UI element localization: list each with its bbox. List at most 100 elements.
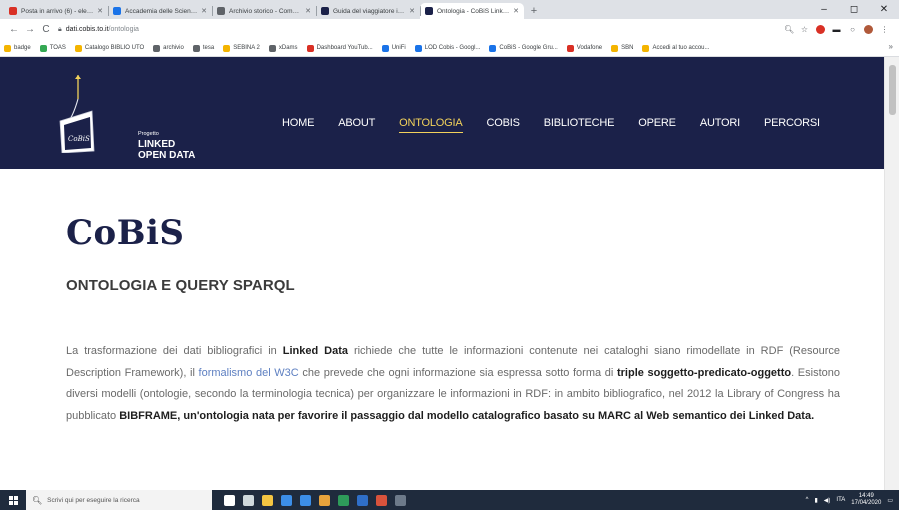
browser-toolbar: ← → C 🔒︎ dati.cobis.to.it/ontologia 🔍︎ ☆… xyxy=(0,19,899,40)
file-explorer-icon[interactable] xyxy=(262,494,273,506)
bookmark-item[interactable]: UniFi xyxy=(381,44,406,52)
bookmark-item[interactable]: badge xyxy=(4,44,31,52)
nav-cobis[interactable]: COBIS xyxy=(475,115,532,135)
bookmark-item[interactable]: SBN xyxy=(611,44,634,52)
volume-icon[interactable]: ◀) xyxy=(824,497,831,504)
task-view-icon[interactable] xyxy=(243,494,254,506)
bookmark-item[interactable]: tesa xyxy=(192,44,215,52)
profile-avatar-icon[interactable] xyxy=(864,25,873,34)
windows-logo-icon xyxy=(8,495,18,505)
reload-button[interactable]: C xyxy=(38,22,54,38)
app-icon[interactable] xyxy=(395,494,406,506)
excel-icon[interactable] xyxy=(338,494,349,506)
bookmark-item[interactable]: CoBiS - Google Gru... xyxy=(489,44,558,52)
outlook-icon[interactable] xyxy=(357,494,368,506)
chrome-icon[interactable] xyxy=(319,494,330,506)
bookmark-item[interactable]: Vodafone xyxy=(566,44,602,52)
nav-about[interactable]: ABOUT xyxy=(326,115,387,135)
bookmark-favicon-icon xyxy=(414,44,422,52)
tab-close-icon[interactable]: ✕ xyxy=(409,7,415,15)
powerpoint-icon[interactable] xyxy=(376,494,387,506)
network-icon[interactable]: ▮ xyxy=(814,497,817,504)
nav-percorsi[interactable]: PERCORSI xyxy=(752,115,832,135)
tab-close-icon[interactable]: ✕ xyxy=(201,7,207,15)
bookmark-favicon-icon xyxy=(306,44,314,52)
tab-close-icon[interactable]: ✕ xyxy=(97,7,103,15)
page-scrollbar[interactable] xyxy=(884,57,899,490)
tab-label: Archivio storico - Comune di Ri xyxy=(229,7,303,15)
bookmark-item[interactable]: Dashboard YouTub... xyxy=(306,44,373,52)
edge-icon[interactable] xyxy=(281,494,292,506)
bookmark-item[interactable]: Accedi al tuo accou... xyxy=(642,44,710,52)
tray-chevron-icon[interactable]: ^ xyxy=(806,497,809,503)
bookmark-label: tesa xyxy=(202,45,215,51)
nav-opere[interactable]: OPERE xyxy=(626,115,688,135)
system-tray: ^ ▮ ◀) ITA 14:49 17/04/2020 ▭ xyxy=(806,490,893,510)
bookmark-favicon-icon xyxy=(4,44,11,52)
tab-label: Posta in arrivo (6) - elena.borgi@ xyxy=(21,7,95,15)
bookmark-label: TOAS xyxy=(49,45,66,51)
bookmark-favicon-icon xyxy=(566,44,574,52)
nav-home[interactable]: HOME xyxy=(270,115,326,135)
cortana-icon[interactable] xyxy=(224,494,235,506)
tab-close-icon[interactable]: ✕ xyxy=(513,7,519,15)
w3c-link[interactable]: formalismo del W3C xyxy=(199,367,299,379)
tab-close-icon[interactable]: ✕ xyxy=(305,7,311,15)
emphasis-text: triple soggetto-predicato-oggetto xyxy=(616,366,792,379)
bookmark-item[interactable]: LOD Cobis - Googl... xyxy=(414,44,480,52)
bookmark-item[interactable]: SEBINA 2 xyxy=(223,44,260,52)
bookmark-label: SBN xyxy=(621,45,634,51)
clock-time: 14:49 xyxy=(858,493,874,499)
nav-autori[interactable]: AUTORI xyxy=(688,115,752,135)
bookmarks-overflow-button[interactable]: » xyxy=(889,42,893,51)
back-button[interactable]: ← xyxy=(6,22,22,38)
zoom-icon[interactable]: 🔍︎ xyxy=(784,25,794,34)
bookmark-label: UniFi xyxy=(391,45,406,51)
close-window-button[interactable]: ✕ xyxy=(869,0,899,19)
nav-ontologia[interactable]: ONTOLOGIA xyxy=(387,115,474,135)
bookmark-item[interactable]: xDams xyxy=(268,44,298,52)
bookmark-item[interactable]: TOAS xyxy=(39,44,66,52)
search-icon: 🔍︎ xyxy=(32,495,43,505)
extension-dark-icon[interactable]: ▬ xyxy=(832,25,841,34)
browser-tab[interactable]: Accademia delle Scienze di Tori✕ xyxy=(108,3,212,19)
browser-menu-icon[interactable]: ⋮ xyxy=(880,25,889,34)
bookmark-favicon-icon xyxy=(268,44,276,52)
bookmark-item[interactable]: Catalogo BIBLIO UTO xyxy=(74,44,145,52)
browser-tab[interactable]: Guida del viaggiatore in Piemon✕ xyxy=(316,3,420,19)
new-tab-button[interactable]: + xyxy=(526,3,542,19)
site-header: CoBiS Progetto LINKED OPEN DATA HOME ABOU… xyxy=(0,57,884,169)
address-bar[interactable]: 🔒︎ dati.cobis.to.it/ontologia xyxy=(58,22,784,37)
tab-favicon-icon xyxy=(113,7,121,15)
browser-tab[interactable]: Posta in arrivo (6) - elena.borgi@✕ xyxy=(4,3,108,19)
bookmark-item[interactable]: archivio xyxy=(153,44,184,52)
bookmark-favicon-icon xyxy=(153,44,161,52)
extension-circle-icon[interactable]: ○ xyxy=(848,25,857,34)
site-logo[interactable]: CoBiS Progetto LINKED OPEN DATA xyxy=(56,73,206,161)
bookmark-favicon-icon xyxy=(192,44,200,52)
bookmark-label: Catalogo BIBLIO UTO xyxy=(84,45,145,51)
taskbar-search-box[interactable]: 🔍︎ Scrivi qui per eseguire la ricerca xyxy=(26,490,212,510)
nav-biblioteche[interactable]: BIBLIOTECHE xyxy=(532,115,627,135)
paragraph-text: che prevede che ogni informazione sia es… xyxy=(298,366,617,379)
bookmark-favicon-icon xyxy=(642,44,650,52)
scrollbar-thumb[interactable] xyxy=(889,65,896,115)
emphasis-text: BIBFRAME, un'ontologia nata per favorire… xyxy=(119,409,815,422)
tab-label: Accademia delle Scienze di Tori xyxy=(125,7,198,15)
browser-tab[interactable]: Ontologia - CoBiS Linked Open✕ xyxy=(420,3,524,19)
bookmark-favicon-icon xyxy=(489,44,497,52)
notifications-icon[interactable]: ▭ xyxy=(887,497,893,504)
minimize-button[interactable]: – xyxy=(809,0,839,19)
bookmark-label: Accedi al tuo accou... xyxy=(652,45,710,51)
forward-button[interactable]: → xyxy=(22,22,38,38)
clock[interactable]: 14:49 17/04/2020 xyxy=(851,493,881,507)
maximize-button[interactable]: ◻ xyxy=(839,0,869,19)
extension-red-icon[interactable] xyxy=(816,25,825,34)
bookmark-star-icon[interactable]: ☆ xyxy=(800,25,809,34)
start-button[interactable] xyxy=(0,490,26,510)
url-path: /ontologia xyxy=(108,26,139,33)
tab-favicon-icon xyxy=(425,7,433,15)
store-icon[interactable] xyxy=(300,494,311,506)
browser-tab[interactable]: Archivio storico - Comune di Ri✕ xyxy=(212,3,316,19)
keyboard-language[interactable]: ITA xyxy=(836,497,845,503)
